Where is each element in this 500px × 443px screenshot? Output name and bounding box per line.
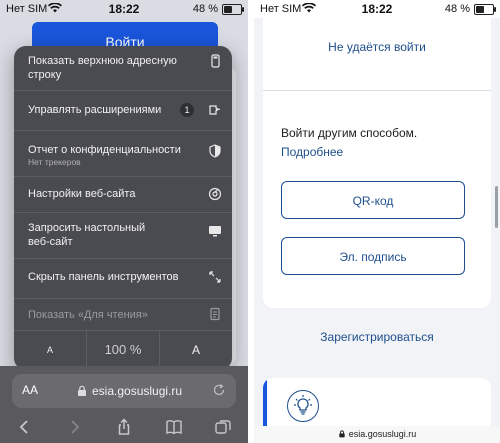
lock-icon — [338, 427, 346, 438]
battery-icon — [222, 4, 244, 15]
tabs-icon[interactable] — [214, 418, 232, 436]
expand-arrows-icon — [208, 270, 222, 284]
gear-icon — [208, 187, 222, 201]
lightbulb-icon — [287, 390, 319, 422]
other-method-heading: Войти другим способом. — [281, 126, 418, 140]
register-link[interactable]: Зарегистрироваться — [254, 330, 500, 344]
share-icon[interactable] — [115, 418, 133, 436]
menu-item-label: Управлять расширениями — [28, 104, 162, 116]
zoom-out-button[interactable]: A — [14, 330, 87, 370]
login-card: Не удаётся войти Войти другим способом. … — [263, 18, 491, 308]
menu-item-show-reader: Показать «Для чтения» — [14, 298, 232, 331]
menu-item-privacy-report[interactable]: Отчет о конфиденциальности Нет трекеров — [14, 130, 232, 177]
url-text: esia.gosuslugi.ru — [348, 429, 417, 439]
safari-page-menu: Показать верхнюю адресную строку Управля… — [14, 46, 232, 370]
battery-percent: 48 % — [192, 3, 218, 15]
battery-percent: 48 % — [444, 3, 470, 15]
shield-icon — [208, 144, 222, 158]
menu-item-request-desktop-site[interactable]: Запросить настольный веб-сайт — [14, 212, 232, 259]
menu-item-show-top-address-bar[interactable]: Показать верхнюю адресную строку — [14, 46, 232, 91]
page-settings-button[interactable]: AA — [22, 383, 38, 397]
battery-icon — [474, 4, 496, 15]
bookmarks-icon[interactable] — [165, 418, 183, 436]
status-bar: Нет SIM 18:22 48 % — [254, 0, 500, 18]
back-icon[interactable] — [16, 418, 34, 436]
reload-icon[interactable] — [212, 383, 226, 397]
forward-icon[interactable] — [65, 418, 83, 436]
lock-icon — [76, 384, 88, 396]
desktop-icon — [208, 224, 222, 238]
divider — [263, 90, 491, 91]
menu-item-label: Показать верхнюю адресную строку — [28, 55, 177, 81]
more-info-link[interactable]: Подробнее — [281, 145, 343, 159]
left-screenshot: Нет SIM 18:22 48 % Войти Показать верхню… — [0, 0, 248, 443]
address-field[interactable]: AA esia.gosuslugi.ru — [12, 374, 236, 408]
extension-icon — [208, 103, 222, 117]
safari-bottom-bar: AA esia.gosuslugi.ru — [0, 366, 248, 443]
zoom-in-button[interactable]: A — [160, 330, 232, 370]
url-text: esia.gosuslugi.ru — [92, 384, 183, 398]
menu-item-label: Отчет о конфиденциальности — [28, 144, 181, 156]
privacy-sublabel: Нет трекеров — [28, 157, 81, 167]
menu-item-manage-extensions[interactable]: Управлять расширениями 1 — [14, 90, 232, 131]
zoom-level: 100 % — [87, 330, 160, 370]
status-bar: Нет SIM 18:22 48 % — [0, 0, 248, 18]
cant-login-link[interactable]: Не удаётся войти — [263, 40, 491, 54]
menu-item-label: Настройки веб-сайта — [28, 188, 136, 200]
menu-item-label: Запросить настольный веб-сайт — [28, 222, 146, 248]
menu-item-hide-toolbar[interactable]: Скрыть панель инструментов — [14, 258, 232, 299]
digital-signature-button[interactable]: Эл. подпись — [281, 237, 465, 275]
menu-item-label: Показать «Для чтения» — [28, 309, 148, 321]
zoom-controls: A 100 % A — [14, 330, 232, 370]
extensions-count-badge: 1 — [180, 103, 194, 117]
menu-item-label: Скрыть панель инструментов — [28, 271, 179, 283]
right-screenshot: Нет SIM 18:22 48 % Не удаётся войти Войт… — [254, 0, 500, 443]
reader-icon — [208, 307, 222, 321]
phone-icon — [208, 54, 222, 68]
menu-item-website-settings[interactable]: Настройки веб-сайта — [14, 176, 232, 213]
browser-toolbar — [0, 414, 248, 440]
qr-code-button[interactable]: QR-код — [281, 181, 465, 219]
scrollbar[interactable] — [495, 186, 498, 228]
address-bar-minimized[interactable]: esia.gosuslugi.ru — [254, 426, 500, 443]
